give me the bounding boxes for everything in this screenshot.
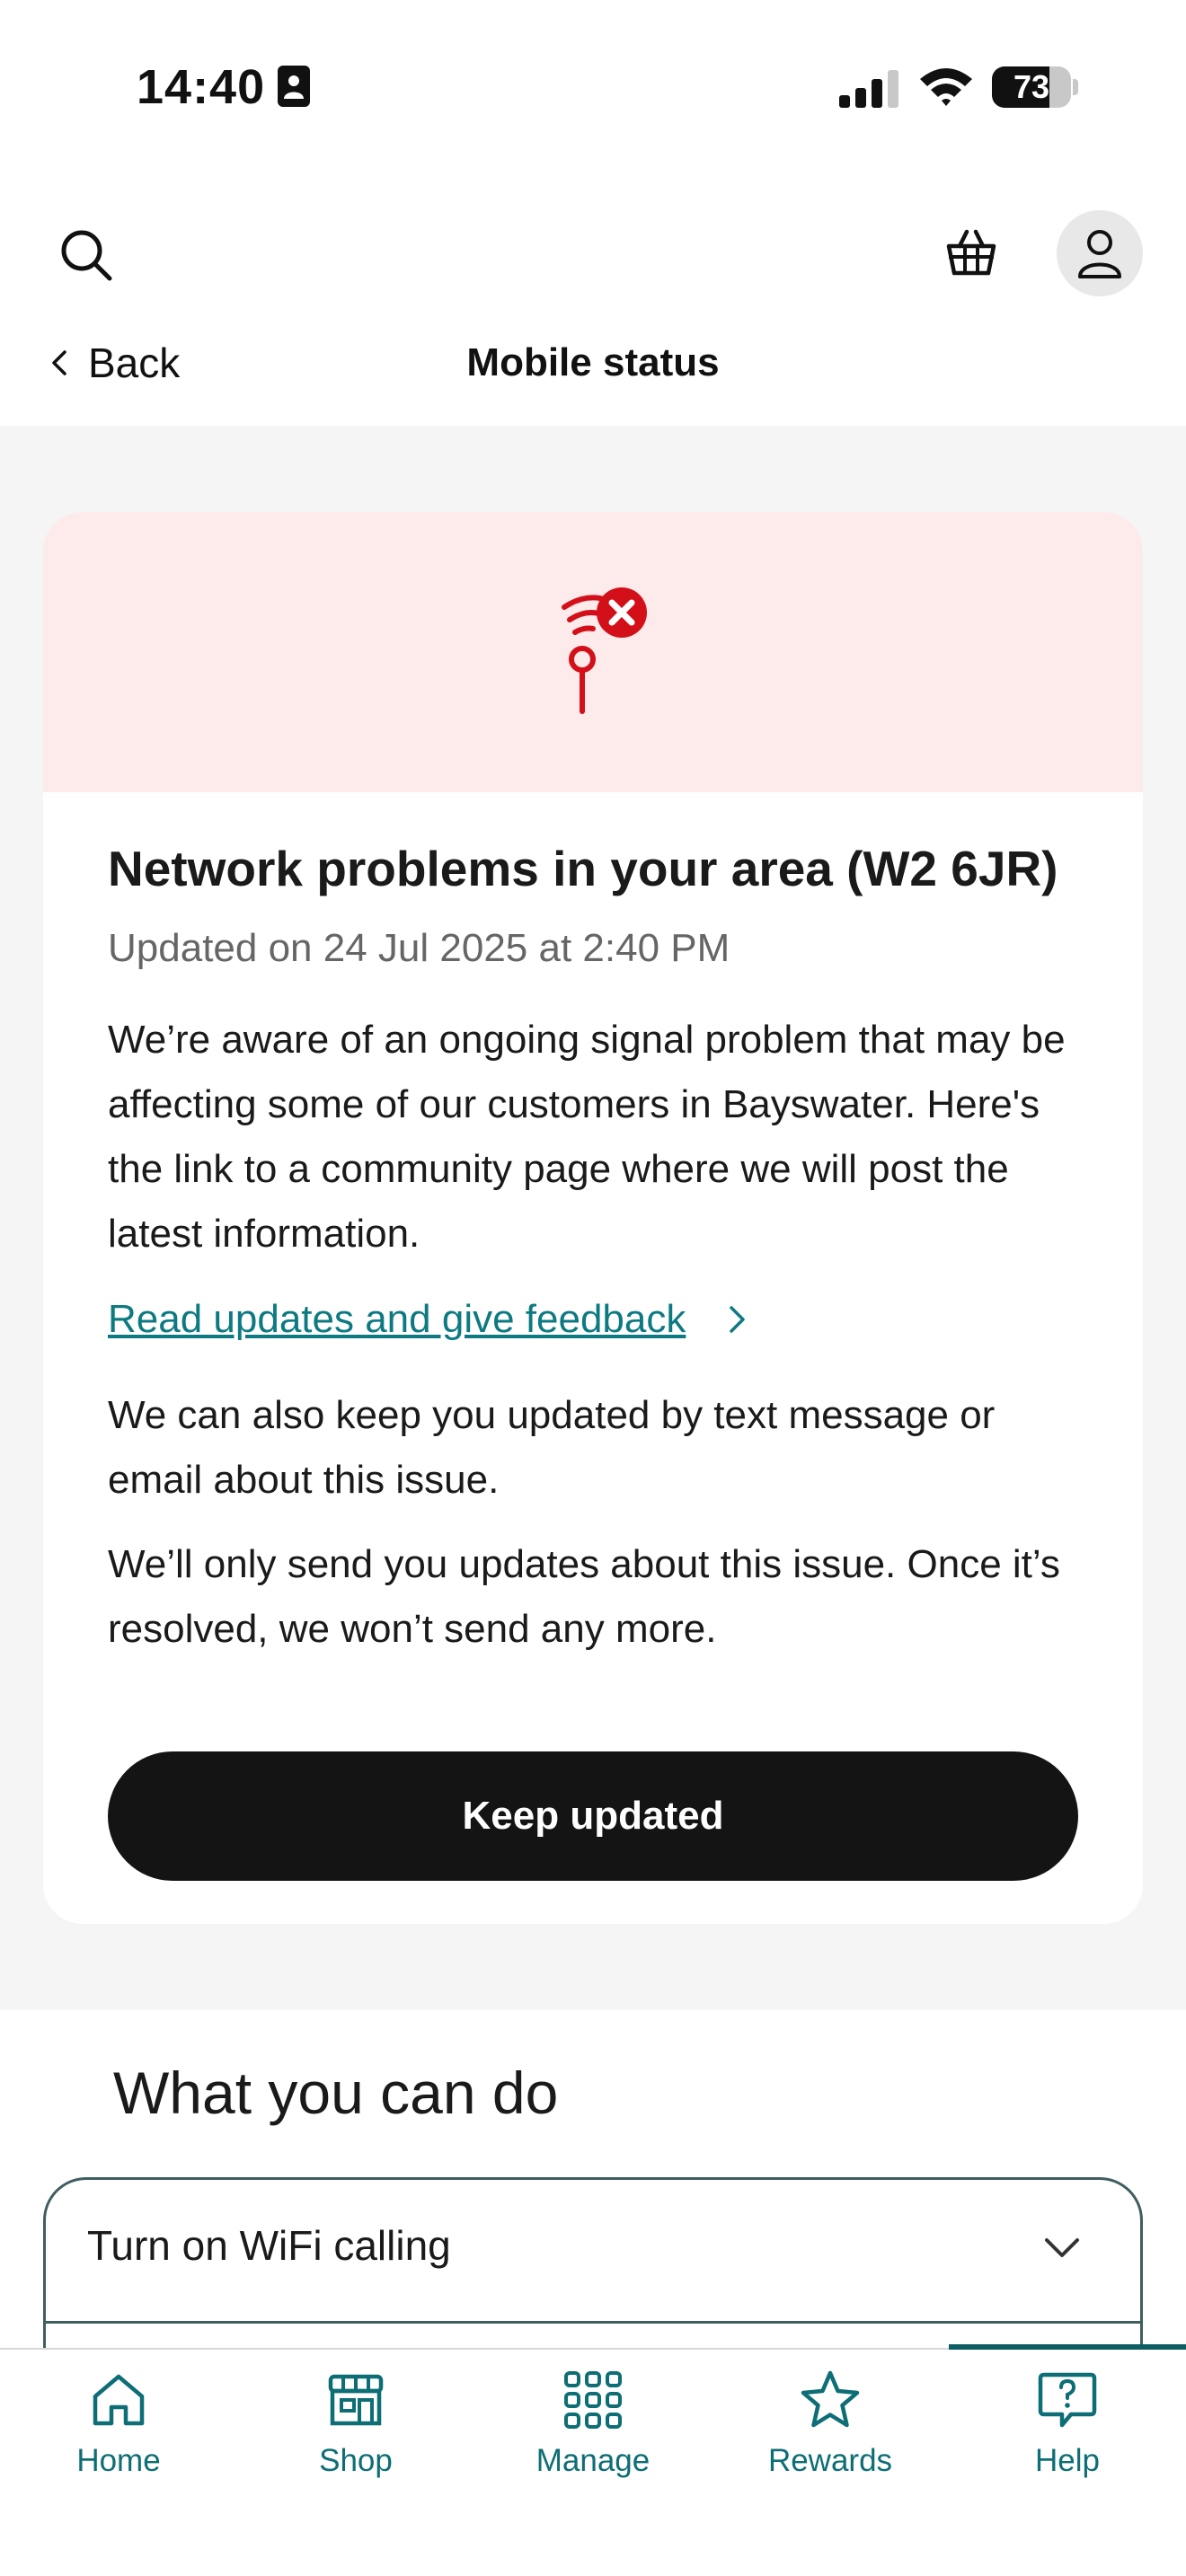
- home-icon: [93, 2374, 145, 2426]
- cellular-signal-icon: [839, 70, 898, 108]
- chevron-right-icon: [730, 1306, 746, 1333]
- nav-rewards[interactable]: Rewards: [731, 2368, 929, 2502]
- battery-indicator: 73: [992, 66, 1078, 108]
- keep-updated-button[interactable]: Keep updated: [108, 1751, 1078, 1881]
- basket-icon[interactable]: [943, 225, 999, 280]
- search-icon[interactable]: [58, 226, 115, 284]
- updates-disclaimer-text: We’ll only send you updates about this i…: [108, 1542, 1060, 1651]
- profile-button[interactable]: [1057, 210, 1143, 296]
- shop-icon: [328, 2374, 384, 2426]
- signal-error-icon: [562, 587, 647, 714]
- nav-help-label: Help: [1035, 2443, 1100, 2478]
- star-icon: [801, 2370, 860, 2428]
- grid-icon: [564, 2371, 622, 2429]
- nav-active-indicator: [949, 2344, 1186, 2350]
- alert-updated-time: Updated on 24 Jul 2025 at 2:40 PM: [108, 926, 730, 970]
- nav-manage-label: Manage: [535, 2443, 651, 2478]
- app-header: Back Mobile status: [0, 171, 1186, 426]
- contact-card-icon: [278, 66, 310, 107]
- nav-shop[interactable]: Shop: [257, 2368, 455, 2502]
- nav-home[interactable]: Home: [20, 2368, 217, 2502]
- battery-level: 73: [1013, 68, 1050, 105]
- status-time: 14:40: [137, 60, 266, 114]
- alert-description: We’re aware of an ongoing signal problem…: [108, 1018, 1066, 1256]
- nav-rewards-label: Rewards: [767, 2443, 893, 2478]
- read-updates-label: Read updates and give feedback: [108, 1297, 686, 1341]
- section-title: What you can do: [113, 2060, 559, 2126]
- alert-banner: [43, 512, 1143, 792]
- chevron-down-icon: [1045, 2238, 1079, 2257]
- user-icon: [1078, 230, 1121, 278]
- accordion-item-label: Turn on WiFi calling: [87, 2222, 451, 2269]
- accordion-item-wifi-calling[interactable]: Turn on WiFi calling: [46, 2180, 1140, 2324]
- nav-shop-label: Shop: [319, 2443, 393, 2478]
- nav-home-label: Home: [76, 2443, 161, 2478]
- nav-help[interactable]: Help: [969, 2368, 1166, 2502]
- bottom-navigation: Home Shop Manage Rewards Help: [0, 2344, 1186, 2576]
- wifi-icon: [920, 68, 972, 106]
- read-updates-link[interactable]: Read updates and give feedback: [108, 1288, 1096, 1351]
- network-alert-card: Network problems in your area (W2 6JR) U…: [43, 512, 1143, 1924]
- status-bar: 14:40 73: [0, 0, 1186, 171]
- alert-body: Network problems in your area (W2 6JR) U…: [108, 835, 1096, 1662]
- updates-info-text: We can also keep you updated by text mes…: [108, 1393, 996, 1502]
- page-title: Mobile status: [466, 340, 720, 384]
- nav-manage[interactable]: Manage: [494, 2368, 692, 2502]
- help-icon: [1038, 2372, 1097, 2428]
- alert-title: Network problems in your area (W2 6JR): [108, 841, 1058, 896]
